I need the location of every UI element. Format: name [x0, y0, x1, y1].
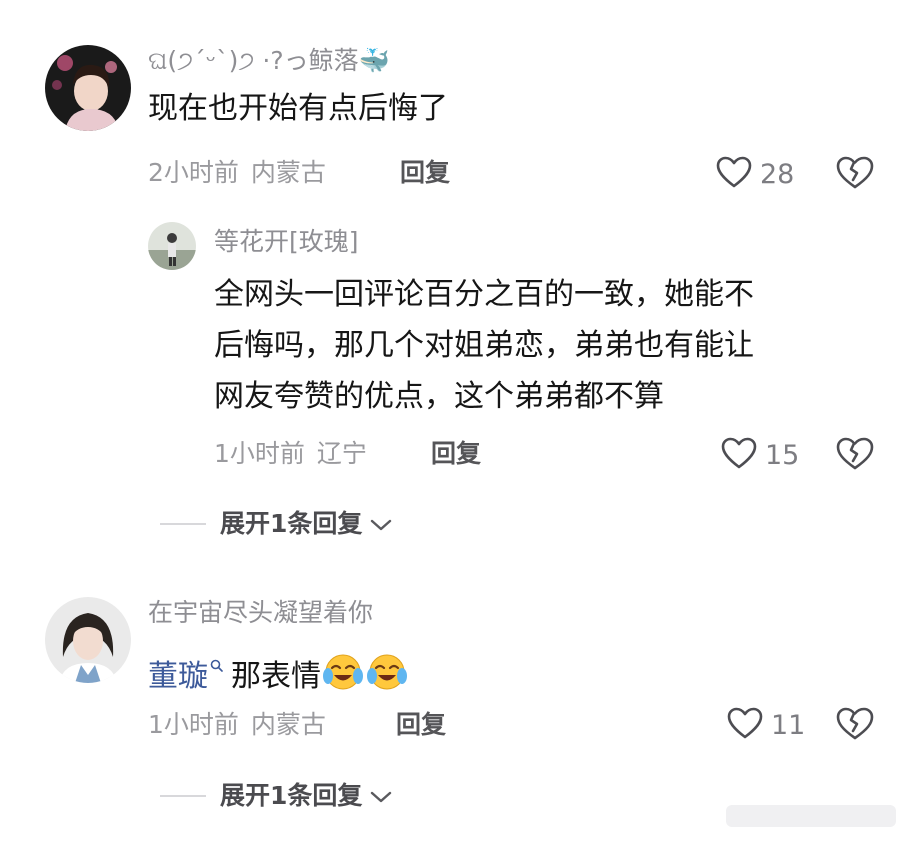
comment-meta: 2小时前 内蒙古: [148, 160, 326, 185]
divider: [160, 794, 206, 797]
like-button[interactable]: 28: [716, 156, 794, 193]
search-icon: [210, 637, 223, 688]
comment-text: 现在也开始有点后悔了: [148, 91, 448, 126]
reply-button[interactable]: 回复: [400, 160, 450, 185]
comment-meta: 1小时前 内蒙古: [148, 712, 326, 737]
dislike-button[interactable]: [836, 707, 874, 745]
reply-time: 1小时前: [214, 439, 305, 468]
chevron-down-icon: [370, 783, 392, 808]
reply-text-line: 网友夸赞的优点，这个弟弟都不算: [214, 379, 664, 414]
heart-outline-icon: [716, 156, 752, 193]
comment-time: 2小时前: [148, 158, 239, 187]
dislike-button[interactable]: [836, 437, 874, 475]
expand-label: 展开1条回复: [220, 781, 363, 810]
reply-avatar[interactable]: [148, 222, 196, 270]
like-count: 28: [760, 159, 795, 190]
comment-username[interactable]: 在宇宙尽头凝望着你: [148, 600, 373, 625]
reply-button[interactable]: 回复: [431, 441, 481, 466]
comment-text: 董璇 那表情: [148, 637, 409, 708]
dislike-button[interactable]: [836, 156, 874, 194]
avatar[interactable]: [45, 597, 131, 683]
reply-meta: 1小时前 辽宁: [214, 441, 367, 466]
comment-location: 内蒙古: [250, 158, 326, 187]
crying-laughing-emoji: [321, 652, 365, 708]
heart-outline-icon: [721, 437, 757, 474]
reply-location: 辽宁: [316, 439, 367, 468]
broken-heart-icon: [836, 156, 874, 189]
reply-text-line: 后悔吗，那几个对姐弟恋，弟弟也有能让: [214, 328, 754, 363]
mention-link[interactable]: 董璇: [148, 659, 208, 694]
expand-label: 展开1条回复: [220, 509, 363, 538]
broken-heart-icon: [836, 707, 874, 740]
broken-heart-icon: [836, 437, 874, 470]
chevron-down-icon: [370, 511, 392, 536]
expand-replies-button[interactable]: 展开1条回复: [160, 783, 392, 808]
expand-replies-button[interactable]: 展开1条回复: [160, 511, 392, 536]
watermark: [726, 805, 896, 827]
reply-username[interactable]: 等花开[玫瑰]: [214, 229, 359, 254]
comment-username[interactable]: ଘ(੭ˊᵕˋ)੭ ·?っ鲸落🐳: [148, 48, 390, 73]
reply-text-line: 全网头一回评论百分之百的一致，她能不: [214, 277, 754, 312]
comment-time: 1小时前: [148, 710, 239, 739]
comment-text-body: 那表情: [231, 659, 321, 694]
like-button[interactable]: 11: [727, 707, 805, 744]
reply-button[interactable]: 回复: [396, 712, 446, 737]
heart-outline-icon: [727, 707, 763, 744]
divider: [160, 522, 206, 525]
like-button[interactable]: 15: [721, 437, 799, 474]
crying-laughing-emoji: [365, 652, 409, 708]
comment-location: 内蒙古: [250, 710, 326, 739]
avatar[interactable]: [45, 45, 131, 131]
like-count: 11: [771, 710, 806, 741]
like-count: 15: [765, 440, 800, 471]
